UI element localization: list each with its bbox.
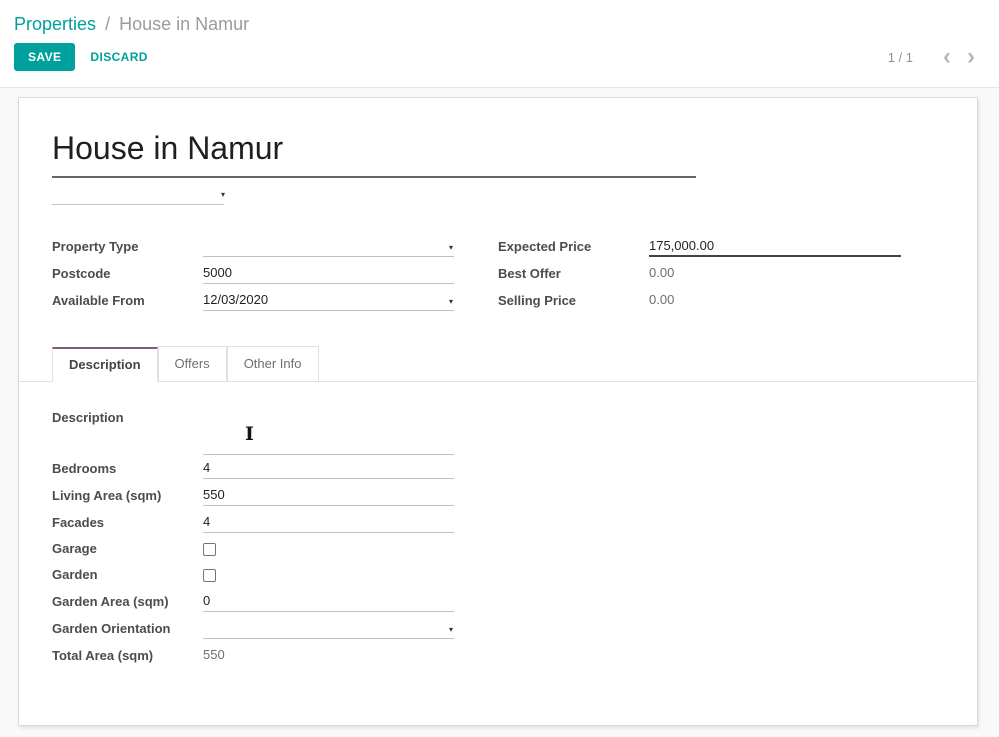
discard-button[interactable]: DISCARD bbox=[77, 44, 160, 70]
field-row-expected-price: Expected Price 175,000.00 bbox=[498, 233, 901, 260]
total-area-label: Total Area (sqm) bbox=[52, 648, 203, 664]
postcode-input[interactable]: 5000 bbox=[203, 263, 454, 284]
breadcrumb-current: House in Namur bbox=[119, 14, 249, 34]
breadcrumb-separator: / bbox=[101, 14, 114, 34]
available-from-label: Available From bbox=[52, 293, 203, 309]
control-panel: Properties / House in Namur SAVE DISCARD… bbox=[0, 0, 999, 88]
field-row-description: Description I bbox=[52, 402, 454, 455]
total-area-text: 550 bbox=[203, 647, 225, 662]
garden-orientation-label: Garden Orientation bbox=[52, 621, 203, 637]
field-row-living-area: Living Area (sqm) 550 bbox=[52, 482, 454, 509]
living-area-value: 550 bbox=[203, 487, 225, 502]
garden-area-input[interactable]: 0 bbox=[203, 591, 454, 612]
selling-price-value: 0.00 bbox=[649, 290, 901, 311]
property-type-input[interactable]: ▾ bbox=[203, 236, 454, 257]
field-row-bedrooms: Bedrooms 4 bbox=[52, 455, 454, 482]
tab-offers[interactable]: Offers bbox=[158, 346, 227, 381]
expected-price-value: 175,000.00 bbox=[649, 238, 714, 253]
field-row-available-from: Available From 12/03/2020 ▾ bbox=[52, 287, 454, 314]
garden-area-label: Garden Area (sqm) bbox=[52, 594, 203, 610]
text-cursor-icon: I bbox=[245, 424, 254, 444]
property-name-input[interactable]: House in Namur bbox=[52, 128, 696, 178]
notebook: Description Offers Other Info Descriptio… bbox=[52, 346, 945, 669]
property-type-label: Property Type bbox=[52, 239, 203, 255]
facades-label: Facades bbox=[52, 515, 203, 531]
available-from-value: 12/03/2020 bbox=[203, 292, 268, 307]
best-offer-text: 0.00 bbox=[649, 265, 674, 280]
caret-down-icon[interactable]: ▾ bbox=[449, 244, 453, 252]
tab-description[interactable]: Description bbox=[52, 347, 158, 382]
field-row-garage: Garage bbox=[52, 536, 454, 562]
column-gap bbox=[454, 233, 498, 314]
field-row-postcode: Postcode 5000 bbox=[52, 260, 454, 287]
garden-orientation-input[interactable]: ▾ bbox=[203, 618, 454, 639]
postcode-value: 5000 bbox=[203, 265, 232, 280]
form-sheet: House in Namur ▾ Property Type ▾ Postcod… bbox=[18, 97, 978, 726]
garage-checkbox[interactable] bbox=[203, 543, 216, 556]
chevron-right-icon[interactable]: › bbox=[959, 49, 983, 65]
caret-down-icon[interactable]: ▾ bbox=[449, 626, 453, 634]
description-tab-pane: Description I Bedrooms 4 Living Area (sq… bbox=[52, 382, 454, 669]
breadcrumb-properties-link[interactable]: Properties bbox=[14, 14, 96, 34]
field-row-facades: Facades 4 bbox=[52, 509, 454, 536]
caret-down-icon[interactable]: ▾ bbox=[221, 191, 225, 199]
postcode-label: Postcode bbox=[52, 266, 203, 282]
property-tags-input[interactable]: ▾ bbox=[52, 182, 224, 205]
available-from-input[interactable]: 12/03/2020 ▾ bbox=[203, 290, 454, 311]
bedrooms-value: 4 bbox=[203, 460, 210, 475]
best-offer-label: Best Offer bbox=[498, 266, 649, 282]
expected-price-input[interactable]: 175,000.00 bbox=[649, 236, 901, 257]
field-row-garden-area: Garden Area (sqm) 0 bbox=[52, 588, 454, 615]
breadcrumb: Properties / House in Namur bbox=[0, 0, 999, 35]
garden-area-value: 0 bbox=[203, 593, 210, 608]
main-field-group: Property Type ▾ Postcode 5000 Available … bbox=[52, 233, 945, 314]
description-textarea[interactable]: I bbox=[203, 402, 454, 455]
pager-value: 1 / 1 bbox=[888, 50, 913, 65]
tab-bar: Description Offers Other Info bbox=[19, 346, 977, 382]
bedrooms-label: Bedrooms bbox=[52, 461, 203, 477]
description-label: Description bbox=[52, 402, 203, 455]
right-field-column: Expected Price 175,000.00 Best Offer 0.0… bbox=[498, 233, 901, 314]
field-row-best-offer: Best Offer 0.00 bbox=[498, 260, 901, 287]
chevron-left-icon[interactable]: ‹ bbox=[935, 49, 959, 65]
form-view-background: House in Namur ▾ Property Type ▾ Postcod… bbox=[0, 88, 999, 737]
field-row-property-type: Property Type ▾ bbox=[52, 233, 454, 260]
selling-price-text: 0.00 bbox=[649, 292, 674, 307]
facades-value: 4 bbox=[203, 514, 210, 529]
expected-price-label: Expected Price bbox=[498, 239, 649, 255]
bedrooms-input[interactable]: 4 bbox=[203, 458, 454, 479]
field-row-selling-price: Selling Price 0.00 bbox=[498, 287, 901, 314]
selling-price-label: Selling Price bbox=[498, 293, 649, 309]
facades-input[interactable]: 4 bbox=[203, 512, 454, 533]
best-offer-value: 0.00 bbox=[649, 263, 901, 284]
living-area-input[interactable]: 550 bbox=[203, 485, 454, 506]
field-row-garden: Garden bbox=[52, 562, 454, 588]
pager: 1 / 1 ‹ › bbox=[888, 49, 983, 65]
save-button[interactable]: SAVE bbox=[14, 43, 75, 71]
total-area-value: 550 bbox=[203, 645, 454, 666]
living-area-label: Living Area (sqm) bbox=[52, 488, 203, 504]
caret-down-icon[interactable]: ▾ bbox=[449, 298, 453, 306]
garage-label: Garage bbox=[52, 541, 203, 557]
left-field-column: Property Type ▾ Postcode 5000 Available … bbox=[52, 233, 454, 314]
field-row-garden-orientation: Garden Orientation ▾ bbox=[52, 615, 454, 642]
field-row-total-area: Total Area (sqm) 550 bbox=[52, 642, 454, 669]
tab-other-info[interactable]: Other Info bbox=[227, 346, 319, 381]
garden-label: Garden bbox=[52, 567, 203, 583]
control-panel-buttons: SAVE DISCARD 1 / 1 ‹ › bbox=[0, 35, 999, 71]
garden-checkbox[interactable] bbox=[203, 569, 216, 582]
